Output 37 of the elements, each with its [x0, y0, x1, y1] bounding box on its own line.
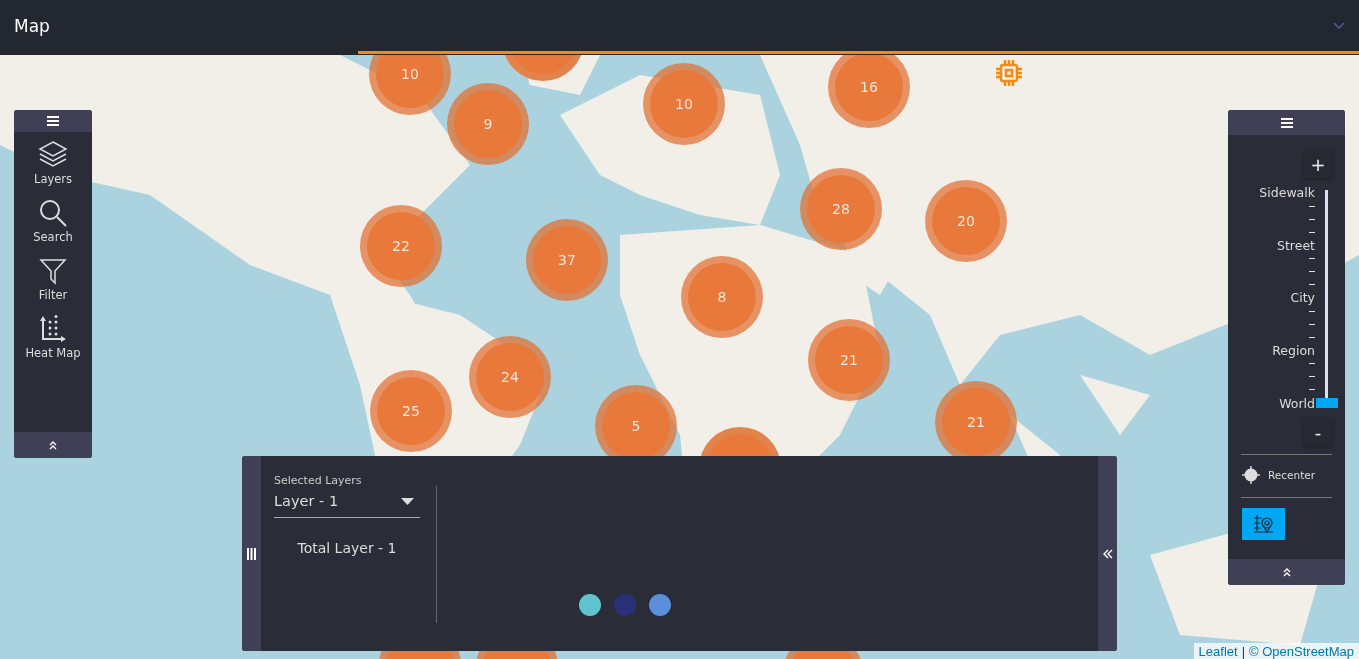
double-chevron-up-icon[interactable]: [49, 440, 57, 450]
toolbar-button[interactable]: Layers: [18, 140, 88, 186]
attribution-separator: |: [1241, 644, 1246, 659]
chevron-down-icon[interactable]: [1333, 22, 1345, 30]
zoom-level-label: Street: [1277, 238, 1315, 253]
menu-icon[interactable]: [1280, 116, 1293, 129]
search-icon: [38, 198, 68, 228]
crosshair-icon[interactable]: [1242, 466, 1260, 484]
zoom-level-label: Sidewalk: [1259, 186, 1315, 200]
leaflet-link[interactable]: Leaflet: [1198, 644, 1238, 659]
selected-layers-caption: Selected Layers: [274, 474, 363, 487]
toolbar-button[interactable]: Heat Map: [18, 314, 88, 360]
zoom-level-label: City: [1290, 291, 1315, 305]
osm-link[interactable]: © OpenStreetMap: [1249, 644, 1354, 659]
double-chevron-left-icon: [1102, 548, 1113, 559]
zoom-out-button[interactable]: -: [1303, 418, 1333, 446]
toolbar-button[interactable]: Filter: [18, 256, 88, 302]
dropdown-caret-icon: [401, 497, 414, 505]
chip-icon: [994, 58, 1024, 88]
filter-icon: [38, 256, 68, 286]
layers-icon: [38, 140, 68, 170]
map-pin-icon: [1252, 514, 1275, 534]
scatter-axes-icon: [38, 314, 68, 344]
recenter-label[interactable]: Recenter: [1268, 469, 1316, 481]
zoom-in-button[interactable]: +: [1303, 150, 1333, 178]
double-chevron-up-icon[interactable]: [1282, 567, 1291, 577]
total-layer-text: Total Layer - 1: [296, 540, 398, 556]
slider-thumb[interactable]: [1316, 398, 1338, 408]
zoom-level-label: World: [1279, 396, 1315, 410]
page-title: Map: [14, 16, 50, 36]
zoom-level-label: Region: [1272, 343, 1315, 358]
toolbar-button[interactable]: Search: [18, 198, 88, 244]
map-tool-button[interactable]: [1242, 508, 1285, 540]
three-bars-icon: [247, 547, 256, 560]
menu-icon[interactable]: [47, 115, 59, 127]
resize-handle[interactable]: [242, 456, 261, 651]
layer-dropdown[interactable]: Layer - 1: [274, 487, 420, 518]
